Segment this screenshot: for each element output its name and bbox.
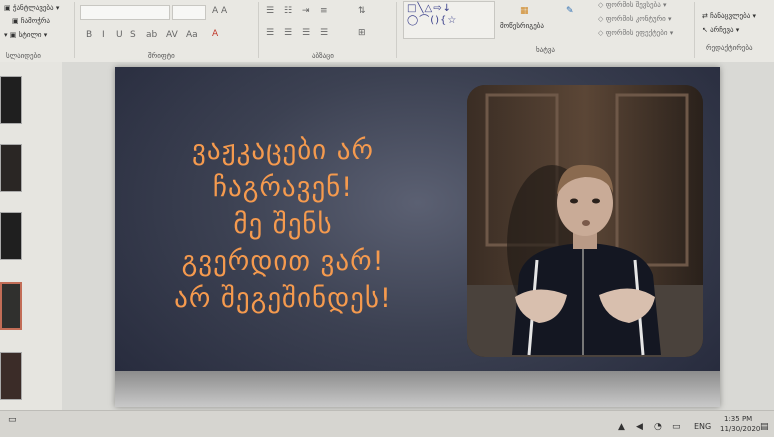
ribbon-separator xyxy=(396,2,397,58)
strike-abc-button[interactable]: ab xyxy=(146,30,157,40)
slide[interactable]: ვაჟკაცები არ ჩაგრავენ! მე შენს გვერდით ვ… xyxy=(115,67,720,407)
replace-button[interactable]: ⇄ ჩანაცვლება ▾ xyxy=(702,12,756,20)
underline-button[interactable]: U xyxy=(116,30,123,40)
group-label-slides: სლაიდები xyxy=(6,52,41,60)
wifi-icon[interactable]: ◔ xyxy=(654,422,662,432)
slide-thumbnail[interactable] xyxy=(0,144,22,192)
ribbon: ▣ ჭანტლავება ▾ ▣ ჩამოჭრა ▾ ▣ სტილი ▾ სლა… xyxy=(0,0,774,63)
slide-thumbnail-selected[interactable] xyxy=(0,282,22,330)
select-button[interactable]: ↖ არჩევა ▾ xyxy=(702,26,739,34)
slide-thumbnail[interactable] xyxy=(0,352,22,400)
slide-text-line: ჩაგრავენ! xyxy=(212,172,354,203)
slide-text-box[interactable]: ვაჟკაცები არ ჩაგრავენ! მე შენს გვერდით ვ… xyxy=(133,132,433,317)
shape-outline-button[interactable]: ◇ ფორმის კონტური ▾ xyxy=(598,15,672,23)
font-color-icon[interactable]: A xyxy=(212,29,218,39)
slide-thumbnail[interactable] xyxy=(0,76,22,124)
shapes-gallery[interactable]: □╲△⇨↓ ◯⌒(){☆ xyxy=(403,1,495,39)
align-center-icon[interactable]: ☰ xyxy=(284,28,292,38)
clock-date[interactable]: 11/30/2020 xyxy=(720,425,760,433)
quick-styles-icon[interactable]: ✎ xyxy=(566,6,574,16)
char-spacing-button[interactable]: AV xyxy=(166,30,178,40)
clipboard-item-1[interactable]: ▣ ჭანტლავება ▾ xyxy=(4,4,59,12)
slide-text-line: არ შეგეშინდეს! xyxy=(174,283,392,314)
group-label-paragraph: აბზაცი xyxy=(312,52,334,60)
indent-icon[interactable]: ⇥ xyxy=(302,6,310,16)
slide-thumbnail[interactable] xyxy=(0,212,22,260)
slide-text-line: გვერდით ვარ! xyxy=(181,246,385,277)
arrange-button[interactable]: მოწესრიგება xyxy=(500,22,544,30)
slide-text-line: ვაჟკაცები არ xyxy=(192,135,374,166)
smartart-icon[interactable]: ⊞ xyxy=(358,28,366,38)
numbering-icon[interactable]: ☷ xyxy=(284,6,292,16)
text-direction-icon[interactable]: ⇅ xyxy=(358,6,366,16)
align-right-icon[interactable]: ☰ xyxy=(302,28,310,38)
line-spacing-icon[interactable]: ≡ xyxy=(320,6,328,16)
ribbon-separator xyxy=(74,2,75,58)
shape-effects-button[interactable]: ◇ ფორმის ეფექტები ▾ xyxy=(598,29,673,37)
boy-photo-illustration xyxy=(467,85,703,357)
slide-thumbnails-pane xyxy=(0,62,63,410)
slide-floor-reflection xyxy=(115,371,720,407)
notes-icon[interactable]: ▭ xyxy=(8,415,17,425)
align-left-icon[interactable]: ☰ xyxy=(266,28,274,38)
arrange-icon[interactable]: ▦ xyxy=(520,6,529,16)
strikethrough-button[interactable]: S xyxy=(130,30,136,40)
taskbar: ▭ ▲ ◀ ◔ ▭ ENG 1:35 PM 11/30/2020 ▤ xyxy=(0,410,774,437)
language-indicator[interactable]: ENG xyxy=(694,422,711,431)
font-size-box[interactable] xyxy=(172,5,206,20)
battery-icon[interactable]: ▭ xyxy=(672,422,681,432)
group-label-font: შრიფტი xyxy=(148,52,175,60)
ribbon-separator xyxy=(694,2,695,58)
italic-button[interactable]: I xyxy=(102,30,105,40)
clipboard-item-2[interactable]: ▣ ჩამოჭრა xyxy=(12,17,50,25)
font-name-box[interactable] xyxy=(80,5,170,20)
notification-icon[interactable]: ▤ xyxy=(760,422,769,432)
clock-time[interactable]: 1:35 PM xyxy=(724,415,752,423)
font-size-arrows[interactable]: A A xyxy=(212,6,227,16)
shape-fill-button[interactable]: ◇ ფორმის შევსება ▾ xyxy=(598,1,667,9)
network-icon[interactable]: ▲ xyxy=(618,422,625,432)
justify-icon[interactable]: ☰ xyxy=(320,28,328,38)
ribbon-separator xyxy=(258,2,259,58)
group-label-editing: რედაქტირება xyxy=(706,44,753,52)
boy-photo[interactable] xyxy=(467,85,703,357)
speaker-icon[interactable]: ◀ xyxy=(636,422,643,432)
bullets-icon[interactable]: ☰ xyxy=(266,6,274,16)
change-case-button[interactable]: Aa xyxy=(186,30,198,40)
group-label-drawing: ხატვა xyxy=(536,46,555,54)
clipboard-item-3[interactable]: ▾ ▣ სტილი ▾ xyxy=(4,31,47,39)
bold-button[interactable]: B xyxy=(86,30,92,40)
slide-text-line: მე შენს xyxy=(233,209,333,240)
